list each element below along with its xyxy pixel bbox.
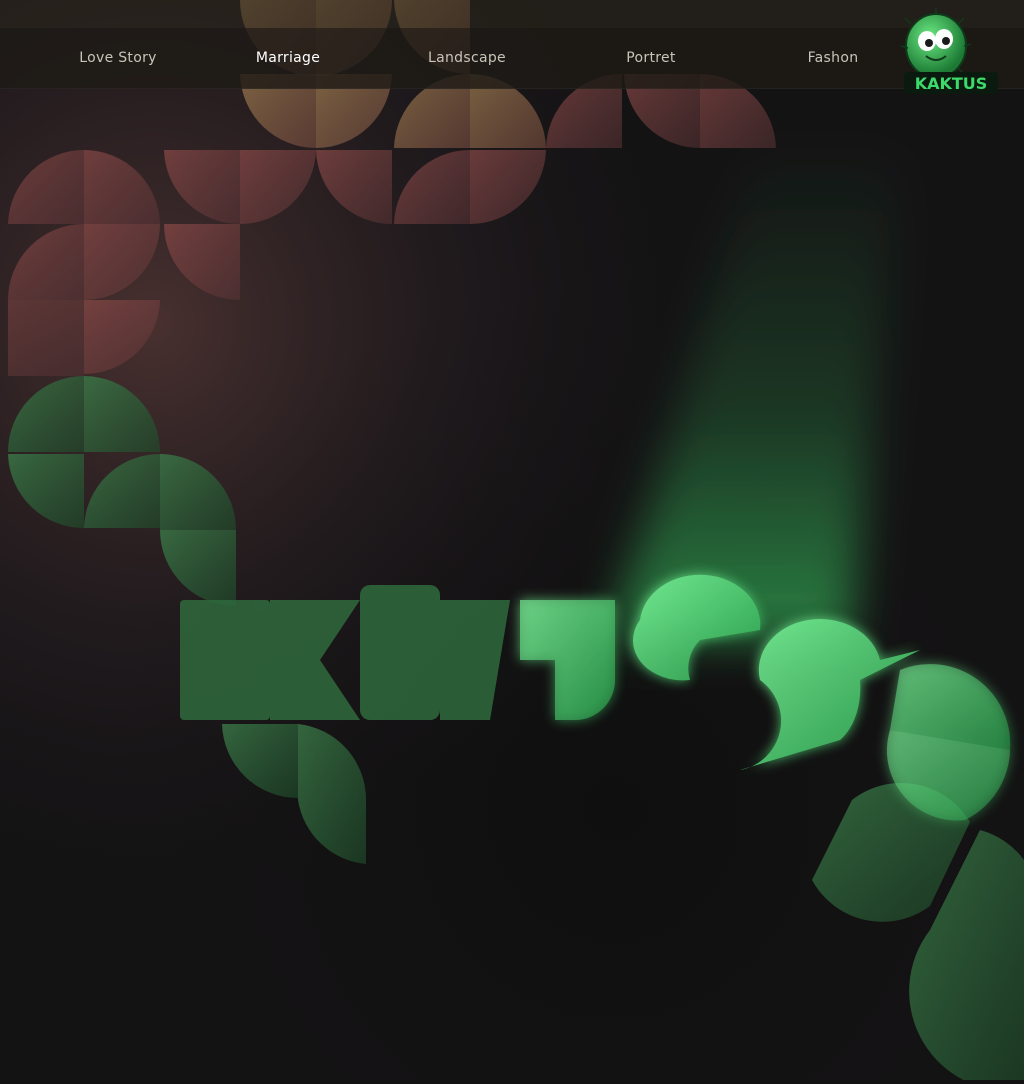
logo[interactable]: KAKTUS: [896, 6, 1006, 98]
nav-item-label: Portret: [626, 50, 676, 66]
nav-item-portret[interactable]: Portret: [600, 28, 702, 88]
cactus-mascot-icon: KAKTUS: [900, 7, 998, 94]
logo-text: KAKTUS: [915, 74, 988, 93]
nav-item-label: Marriage: [255, 50, 321, 66]
nav-item-label: Fashon: [807, 50, 859, 66]
top-strip: [0, 0, 1024, 28]
nav-item-love-story[interactable]: Love Story: [64, 28, 172, 88]
logo-wordmark: KAKTUS: [904, 72, 998, 94]
nav-item-marriage[interactable]: Marriage: [234, 28, 342, 88]
nav-item-fashon[interactable]: Fashon: [782, 28, 884, 88]
nav-item-label: Love Story: [79, 50, 157, 66]
background-art: [0, 0, 1024, 1084]
main-navbar: Love Story Marriage Landscape Portret Fa…: [0, 28, 1024, 89]
hero-artwork: [0, 0, 1024, 1084]
nav-item-label: Landscape: [428, 50, 506, 66]
nav-item-landscape[interactable]: Landscape: [412, 28, 522, 88]
